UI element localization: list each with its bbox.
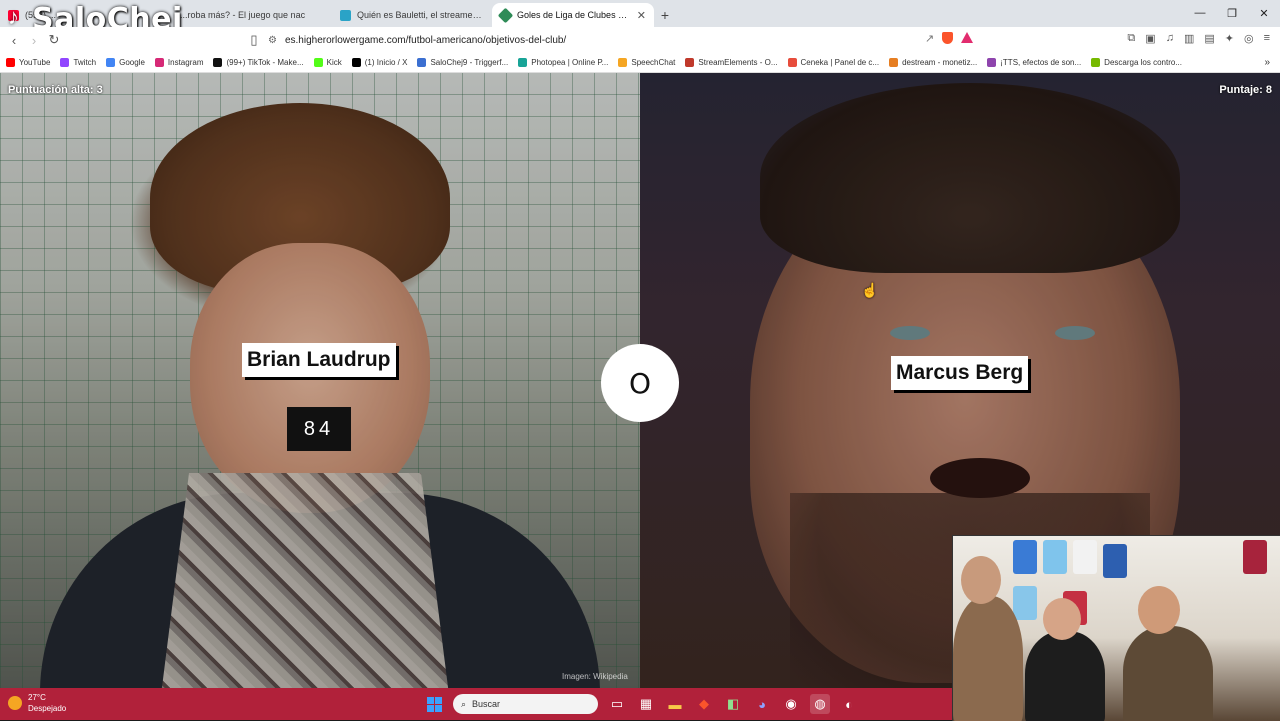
screenshot-icon[interactable]: ▣ xyxy=(1145,32,1155,45)
windows-taskbar: 27°C Despejado ⌕ Buscar ▭ ▦ ▬ ◆ ◧ ◕ ◉ ◍ … xyxy=(0,688,952,720)
close-tab-icon[interactable]: ✕ xyxy=(637,9,646,22)
bookmark-speechchat[interactable]: SpeechChat xyxy=(618,58,675,67)
google-icon xyxy=(106,58,116,67)
navigation-bar: ‹ › ↻ ▯ ⚙ es.higherorlowergame.com/futbo… xyxy=(0,27,1280,53)
image-credit: Imagen: Wikipedia xyxy=(562,672,628,681)
high-score: Puntuación alta: 3 xyxy=(8,84,103,96)
xbox-icon[interactable]: ◧ xyxy=(723,694,743,714)
destream-icon xyxy=(889,58,899,67)
bookmark-nvidia[interactable]: Descarga los contro... xyxy=(1091,58,1182,67)
obs-icon[interactable]: ◍ xyxy=(810,694,830,714)
share-icon[interactable]: ↗ xyxy=(925,32,934,45)
photopea-icon xyxy=(518,58,528,67)
weather-sun-icon xyxy=(8,696,22,710)
webcam-overlay xyxy=(952,535,1280,721)
bookmark-google[interactable]: Google xyxy=(106,58,145,67)
triggerfyre-icon xyxy=(417,58,427,67)
search-placeholder: Buscar xyxy=(472,699,501,709)
ceneka-icon xyxy=(787,58,797,67)
bookmark-kick[interactable]: Kick xyxy=(313,58,342,67)
game-site-icon xyxy=(497,7,514,23)
brave-shield-icon[interactable] xyxy=(942,32,954,44)
tab-strip: (558) ... ...roba más? - El juego que na… xyxy=(0,0,1280,27)
new-tab-button[interactable]: + xyxy=(654,3,676,27)
tab-youtube-2[interactable]: ...roba más? - El juego que nac xyxy=(172,3,332,27)
extensions-icon[interactable]: ⧉ xyxy=(1127,32,1135,45)
task-view-icon[interactable]: ▭ xyxy=(607,694,627,714)
tab-article[interactable]: Quién es Bauletti, el streamer de 23 xyxy=(332,3,492,27)
tab-title: ...roba más? - El juego que nac xyxy=(180,10,306,20)
weather-widget[interactable]: 27°C Despejado xyxy=(8,692,66,714)
bookmark-youtube[interactable]: YouTube xyxy=(6,58,50,67)
steam-icon[interactable]: ◉ xyxy=(781,694,801,714)
bookmark-ceneka[interactable]: Ceneka | Panel de c... xyxy=(787,58,879,67)
vpn-icon[interactable]: ◎ xyxy=(1244,32,1254,45)
app-icon[interactable]: ◐ xyxy=(839,694,859,714)
bookmark-twitch[interactable]: Twitch xyxy=(60,58,96,67)
bookmarks-bar: YouTube Twitch Google Instagram (99+) Ti… xyxy=(0,53,1280,73)
url-text[interactable]: es.higherorlowergame.com/futbol-american… xyxy=(285,35,990,46)
reload-icon[interactable]: ↻ xyxy=(44,32,64,48)
bookmark-triggerfyre[interactable]: SaloChej9 - Triggerf... xyxy=(417,58,508,67)
restore-icon[interactable]: ❐ xyxy=(1216,0,1248,26)
versus-badge: O xyxy=(601,344,679,422)
more-bookmarks-icon[interactable]: » xyxy=(1264,57,1270,68)
start-button[interactable] xyxy=(424,694,444,714)
forward-icon[interactable]: › xyxy=(24,33,44,48)
weather-condition: Despejado xyxy=(28,704,67,713)
current-score: Puntaje: 8 xyxy=(1219,84,1272,96)
bookmark-x[interactable]: (1) Inicio / X xyxy=(351,58,407,67)
tab-title: Quién es Bauletti, el streamer de 23 xyxy=(357,10,484,20)
streamelements-icon xyxy=(685,58,695,67)
site-settings-icon[interactable]: ⚙ xyxy=(268,35,277,46)
address-bar-actions: ↗ xyxy=(925,32,974,45)
bookmark-streamelements[interactable]: StreamElements - O... xyxy=(685,58,778,67)
toolbar-extensions: ⧉ ▣ ♫ ▥ ▤ ✦ ◎ ≡ xyxy=(1127,32,1270,45)
wallet-icon[interactable]: ▤ xyxy=(1204,32,1214,45)
bookmark-destream[interactable]: destream - monetiz... xyxy=(889,58,977,67)
discord-icon[interactable]: ◕ xyxy=(752,694,772,714)
taskbar-search[interactable]: ⌕ Buscar xyxy=(453,694,598,714)
menu-icon[interactable]: ≡ xyxy=(1264,32,1270,45)
brave-icon[interactable]: ◆ xyxy=(694,694,714,714)
taskbar-icons: ⌕ Buscar ▭ ▦ ▬ ◆ ◧ ◕ ◉ ◍ ◐ xyxy=(424,694,859,714)
window-controls: — ❐ ✕ xyxy=(1184,0,1280,26)
bookmark-photopea[interactable]: Photopea | Online P... xyxy=(518,58,608,67)
leo-ai-icon[interactable]: ✦ xyxy=(1225,32,1234,45)
weather-temperature: 27°C xyxy=(28,693,46,702)
hand-cursor-icon: ☝ xyxy=(861,282,879,298)
media-icon[interactable]: ♫ xyxy=(1166,32,1174,45)
tab-active-game[interactable]: Goles de Liga de Clubes de Fútb ✕ xyxy=(492,3,654,27)
tab-title: Goles de Liga de Clubes de Fútb xyxy=(517,10,631,20)
bookmark-icon[interactable]: ▯ xyxy=(244,32,264,48)
store-icon[interactable]: ▦ xyxy=(636,694,656,714)
close-window-icon[interactable]: ✕ xyxy=(1248,0,1280,26)
nvidia-icon xyxy=(1091,58,1101,67)
right-player-name: Marcus Berg xyxy=(891,356,1029,390)
file-explorer-icon[interactable]: ▬ xyxy=(665,694,685,714)
search-icon: ⌕ xyxy=(461,698,467,709)
bookmark-instagram[interactable]: Instagram xyxy=(154,58,203,67)
bookmark-tts[interactable]: ¡TTS, efectos de son... xyxy=(987,58,1081,67)
x-icon xyxy=(351,58,361,67)
minimize-icon[interactable]: — xyxy=(1184,0,1216,26)
tiktok-icon xyxy=(213,58,223,67)
brave-rewards-icon[interactable] xyxy=(961,32,974,43)
twitch-icon xyxy=(60,58,70,67)
windows-icon xyxy=(426,696,442,712)
left-player-value: 84 xyxy=(287,407,351,451)
kick-icon xyxy=(313,58,323,67)
instagram-icon xyxy=(154,58,164,67)
left-player-name: Brian Laudrup xyxy=(242,343,396,377)
back-icon[interactable]: ‹ xyxy=(4,33,24,48)
youtube-icon xyxy=(6,58,15,67)
address-bar[interactable]: ⚙ es.higherorlowergame.com/futbol-americ… xyxy=(268,30,990,50)
sidebar-icon[interactable]: ▥ xyxy=(1184,32,1194,45)
speechchat-icon xyxy=(618,58,628,67)
site-icon xyxy=(340,9,351,21)
tts-icon xyxy=(987,58,997,67)
bookmark-tiktok[interactable]: (99+) TikTok - Make... xyxy=(213,58,304,67)
